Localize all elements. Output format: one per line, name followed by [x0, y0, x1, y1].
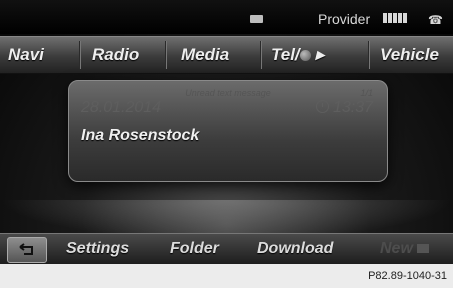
message-sender[interactable]: Ina Rosenstock	[81, 127, 199, 145]
main-function-bar: Navi Radio Media Tel/ ▸ Vehicle	[0, 36, 453, 74]
envelope-icon	[250, 15, 263, 23]
figure-caption: P82.89-1040-31	[368, 270, 447, 282]
signal-strength-icon	[383, 13, 407, 23]
globe-icon	[299, 50, 311, 61]
menu-radio[interactable]: Radio	[92, 45, 139, 65]
back-button[interactable]	[7, 237, 47, 263]
menu-divider	[79, 41, 80, 69]
menu-divider	[165, 41, 166, 69]
settings-button[interactable]: Settings	[66, 240, 129, 258]
menu-tel-label: Tel/	[271, 45, 300, 64]
message-count: 1/1	[360, 88, 373, 98]
provider-label: Provider	[318, 11, 371, 27]
menu-divider	[260, 41, 261, 69]
folder-button[interactable]: Folder	[170, 240, 219, 258]
new-message-button[interactable]: New	[380, 240, 429, 258]
new-message-icon	[416, 244, 429, 253]
clock-icon	[315, 100, 329, 113]
message-title: Unread text message	[185, 88, 271, 98]
back-arrow-icon	[19, 243, 33, 255]
status-bar: Provider ☎	[0, 0, 453, 34]
message-time-group: 13:37	[315, 99, 373, 117]
bottom-menu-bar: Settings Folder Download New	[0, 233, 453, 264]
download-button[interactable]: Download	[257, 240, 333, 258]
message-date: 28.01.2014	[81, 99, 162, 116]
menu-media[interactable]: Media	[181, 45, 229, 65]
message-time: 13:37	[332, 99, 373, 116]
phone-hangup-icon: ☎	[428, 13, 443, 27]
menu-divider	[368, 41, 369, 69]
menu-navi[interactable]: Navi	[8, 45, 44, 65]
menu-vehicle[interactable]: Vehicle	[380, 45, 439, 65]
head-unit-screen: Provider ☎ Navi Radio Media Tel/ ▸ Vehic…	[0, 0, 453, 264]
new-message-label: New	[380, 240, 413, 257]
menu-tel[interactable]: Tel/ ▸	[271, 45, 324, 65]
message-panel: Unread text message 1/1 28.01.2014 13:37…	[68, 80, 388, 182]
